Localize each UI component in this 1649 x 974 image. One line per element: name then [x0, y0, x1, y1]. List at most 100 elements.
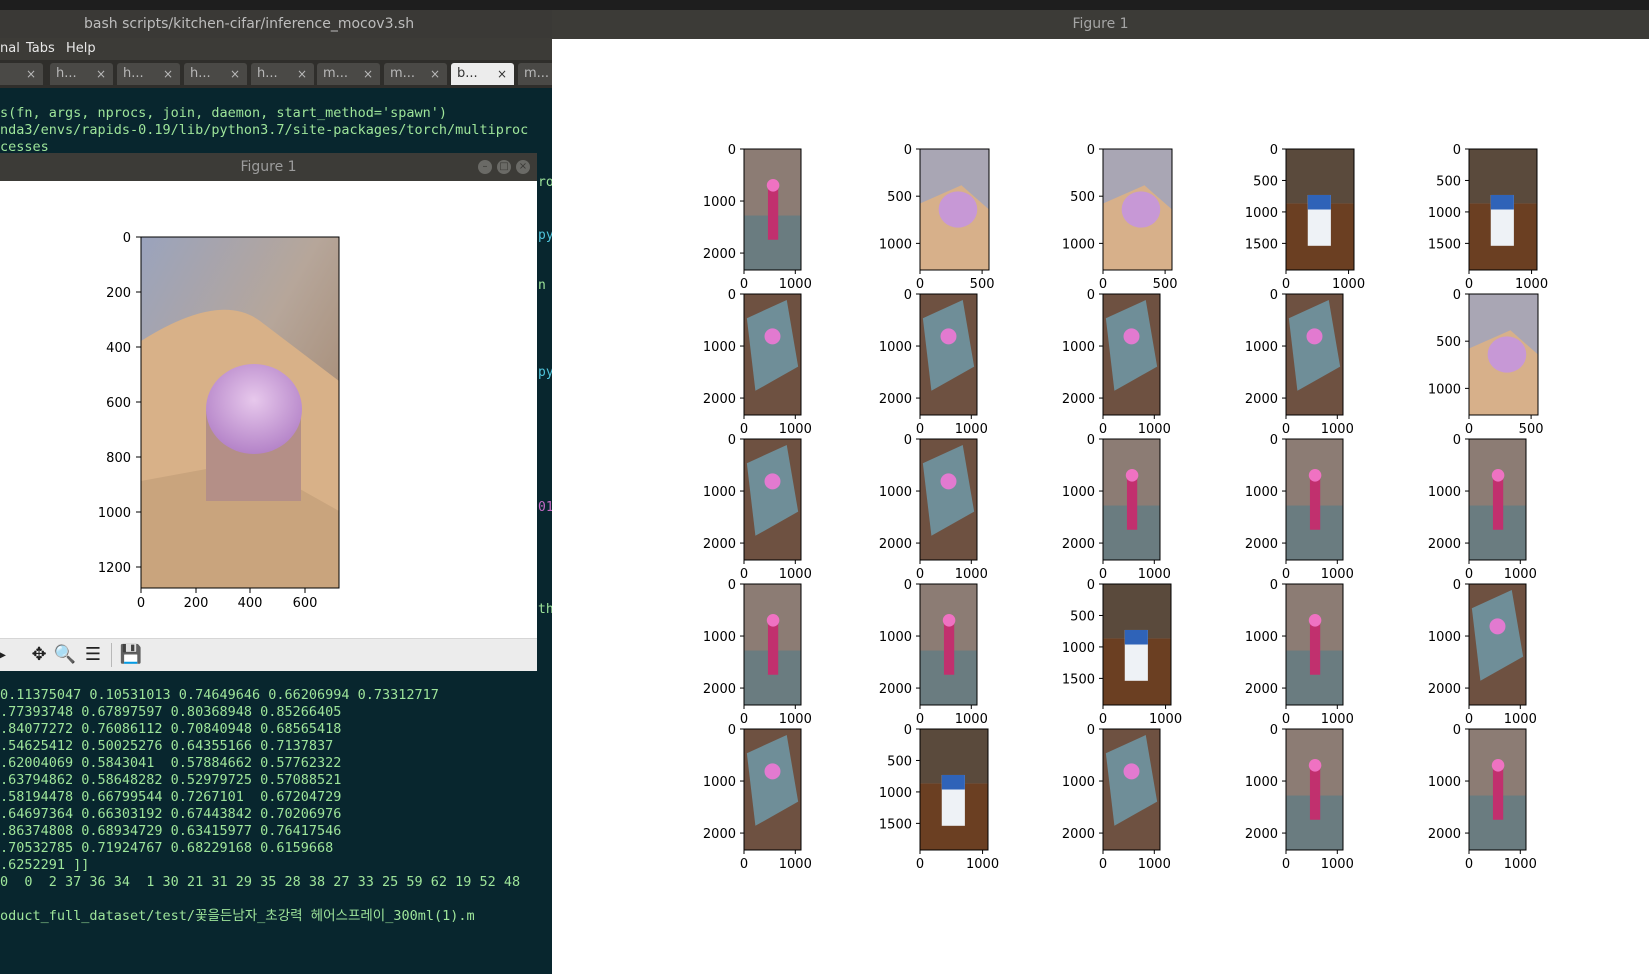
- x-tick-label: 1000: [955, 712, 988, 727]
- x-tick-label: 0: [1465, 712, 1473, 727]
- y-tick-label: 500: [1436, 174, 1461, 189]
- y-tick-label: 1000: [879, 340, 912, 355]
- terminal-tab[interactable]: ×: [0, 63, 43, 85]
- x-tick-label: 1000: [1138, 422, 1171, 437]
- y-tick-label: 0: [123, 231, 131, 246]
- menu-help[interactable]: Help: [66, 38, 96, 60]
- y-tick-label: 500: [1070, 190, 1095, 205]
- y-tick-label: 1000: [703, 485, 736, 500]
- forward-icon[interactable]: ▶: [0, 644, 12, 666]
- y-tick-label: 1500: [1062, 672, 1095, 687]
- configure-icon[interactable]: ☰: [80, 644, 106, 666]
- pan-icon[interactable]: ✥: [26, 644, 52, 666]
- thumbnail-subplot: 0 1000 2000 0 1000: [879, 288, 988, 437]
- x-tick-label: 400: [238, 596, 263, 611]
- thumbnail-subplot: 0 500 1000 1500 0 1000: [1428, 143, 1548, 292]
- x-tick-label: 0: [740, 567, 748, 582]
- y-axis: 0 200 400 600 800 1000 1200: [98, 231, 141, 576]
- thumbnail-subplot: 0 1000 2000 0 1000: [703, 578, 812, 727]
- y-tick-label: 2000: [1245, 682, 1278, 697]
- tab-label: b...: [457, 66, 478, 81]
- terminal-tab[interactable]: m...: [518, 63, 555, 85]
- thumbnail-subplot: 0 1000 2000 0 1000: [1245, 288, 1354, 437]
- menu-tabs[interactable]: Tabs: [26, 38, 55, 60]
- thumbnail-subplot: 0 500 1000 0 500: [879, 143, 995, 292]
- close-icon[interactable]: ×: [516, 160, 530, 174]
- y-tick-label: 1000: [703, 630, 736, 645]
- x-tick-label: 0: [1099, 857, 1107, 872]
- y-tick-label: 0: [728, 723, 736, 738]
- big-figure-title: Figure 1: [1072, 16, 1129, 32]
- tab-close-icon[interactable]: ×: [430, 63, 440, 85]
- y-tick-label: 1000: [1062, 775, 1095, 790]
- terminal-menubar: nal Tabs Help: [0, 38, 555, 60]
- y-tick-label: 1000: [879, 485, 912, 500]
- terminal-tab[interactable]: m... ×: [317, 63, 380, 85]
- y-tick-label: 0: [1087, 578, 1095, 593]
- terminal-tab[interactable]: h... ×: [251, 63, 314, 85]
- y-tick-label: 1000: [1245, 775, 1278, 790]
- tab-close-icon[interactable]: ×: [497, 63, 507, 85]
- tab-close-icon[interactable]: ×: [230, 63, 240, 85]
- tab-label: h...: [190, 66, 211, 81]
- y-tick-label: 1000: [703, 775, 736, 790]
- thumbnail-subplot: 0 500 1000 1500 0 1000: [1245, 143, 1365, 292]
- y-tick-label: 1000: [1428, 775, 1461, 790]
- y-tick-label: 400: [106, 341, 131, 356]
- thumbnail-grid: 0 1000 2000 0 1000 0 500 1000 0 500 0 500 1000 0 500 0 5…: [703, 143, 1548, 872]
- x-tick-label: 0: [1282, 712, 1290, 727]
- terminal-line: s(fn, args, nprocs, join, daemon, start_…: [0, 105, 448, 121]
- y-tick-label: 0: [728, 288, 736, 303]
- zoom-icon[interactable]: 🔍: [52, 644, 78, 666]
- y-tick-label: 0: [904, 723, 912, 738]
- x-tick-label: 0: [1282, 567, 1290, 582]
- terminal-tab[interactable]: h... ×: [184, 63, 247, 85]
- minimize-icon[interactable]: –: [478, 160, 492, 174]
- maximize-icon[interactable]: □: [497, 160, 511, 174]
- small-figure-plot: 0 200 400 600 800 1000 1200 0 200 400 600: [98, 231, 340, 611]
- y-tick-label: 1000: [1245, 206, 1278, 221]
- terminal-line: nda3/envs/rapids-0.19/lib/python3.7/site…: [0, 122, 529, 138]
- system-top-bar: [0, 0, 1649, 10]
- y-tick-label: 2000: [1062, 392, 1095, 407]
- big-figure-titlebar[interactable]: Figure 1: [552, 10, 1649, 39]
- tab-close-icon[interactable]: ×: [363, 63, 373, 85]
- tab-close-icon[interactable]: ×: [163, 63, 173, 85]
- small-figure-titlebar[interactable]: Figure 1 – □ ×: [0, 153, 537, 181]
- y-tick-label: 0: [904, 433, 912, 448]
- y-tick-label: 0: [1087, 288, 1095, 303]
- thumbnail-subplot: 0 1000 2000 0 1000: [1062, 723, 1171, 872]
- tab-label: h...: [123, 66, 144, 81]
- terminal-titlebar[interactable]: bash scripts/kitchen-cifar/inference_moc…: [0, 10, 555, 38]
- x-tick-label: 0: [1099, 277, 1107, 292]
- y-tick-label: 2000: [1245, 392, 1278, 407]
- thumbnail-subplot: 0 1000 2000 0 1000: [703, 143, 812, 292]
- y-tick-label: 1000: [1062, 641, 1095, 656]
- terminal-tab[interactable]: m... ×: [384, 63, 447, 85]
- x-tick-label: 500: [1519, 422, 1544, 437]
- terminal-tab[interactable]: h... ×: [50, 63, 113, 85]
- terminal-tab[interactable]: b... ×: [451, 63, 514, 85]
- terminal-title: bash scripts/kitchen-cifar/inference_moc…: [84, 16, 415, 32]
- tab-close-icon[interactable]: ×: [26, 63, 36, 85]
- y-tick-label: 0: [728, 433, 736, 448]
- x-tick-label: 0: [1282, 857, 1290, 872]
- terminal-tab[interactable]: h... ×: [117, 63, 180, 85]
- tab-close-icon[interactable]: ×: [96, 63, 106, 85]
- x-tick-label: 0: [1465, 277, 1473, 292]
- y-tick-label: 200: [106, 286, 131, 301]
- small-figure-window[interactable]: Figure 1 – □ × 0 200 400 600 800 1000 1200 0 20…: [0, 153, 537, 671]
- y-tick-label: 0: [904, 143, 912, 158]
- save-icon[interactable]: 💾: [118, 644, 144, 666]
- y-tick-label: 2000: [1428, 682, 1461, 697]
- x-tick-label: 1000: [1515, 277, 1548, 292]
- y-tick-label: 0: [1087, 433, 1095, 448]
- tab-close-icon[interactable]: ×: [297, 63, 307, 85]
- x-tick-label: 1000: [1149, 712, 1182, 727]
- x-tick-label: 1000: [779, 712, 812, 727]
- menu-terminal[interactable]: nal: [0, 38, 20, 60]
- big-figure-window[interactable]: Figure 1 0 1000 2000 0 1000 0 500 1000 0 500 0 500 1…: [552, 10, 1649, 974]
- thumbnail-subplot: 0 1000 2000 0 1000: [1245, 578, 1354, 727]
- y-tick-label: 2000: [703, 537, 736, 552]
- thumbnail-subplot: 0 1000 2000 0 1000: [879, 433, 988, 582]
